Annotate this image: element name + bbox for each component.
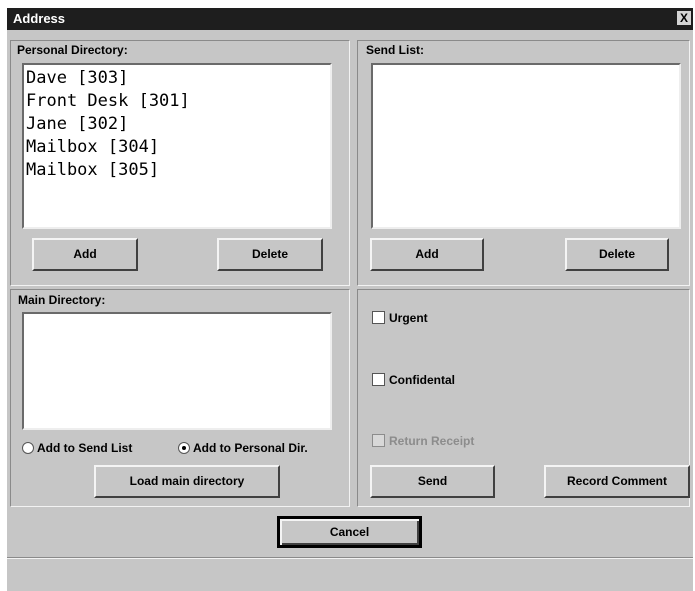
personal-directory-label: Personal Directory: [17,43,128,57]
personal-directory-panel: Personal Directory: Dave [303] Front Des… [10,40,350,286]
urgent-box[interactable] [372,311,385,324]
main-directory-list[interactable] [22,312,332,430]
confidential-label: Confidental [389,373,455,387]
urgent-label: Urgent [389,311,428,325]
radio-personal-label: Add to Personal Dir. [193,441,308,455]
list-item[interactable]: Dave [303] [26,67,330,90]
main-directory-panel: Main Directory: Add to Send List Add to … [10,289,350,507]
return-receipt-label: Return Receipt [389,434,475,448]
radio-personal-circle[interactable] [178,442,190,454]
send-list-box[interactable] [371,63,681,229]
confidential-checkbox[interactable]: Confidental [372,373,455,387]
main-directory-label: Main Directory: [18,293,106,307]
footer-divider [7,557,693,559]
address-dialog: Address X Personal Directory: Dave [303]… [7,8,693,591]
options-panel: Urgent Confidental Return Receipt Send R… [357,289,690,507]
list-item[interactable]: Mailbox [305] [26,159,330,182]
send-list-panel: Send List: Add Delete [357,40,690,286]
confidential-box[interactable] [372,373,385,386]
send-list-delete-button[interactable]: Delete [565,238,669,271]
radio-add-to-personal-dir[interactable]: Add to Personal Dir. [178,441,308,455]
list-item[interactable]: Jane [302] [26,113,330,136]
urgent-checkbox[interactable]: Urgent [372,311,428,325]
cancel-button[interactable]: Cancel [277,516,422,548]
send-list-label: Send List: [366,43,425,57]
radio-add-to-send-list[interactable]: Add to Send List [22,441,132,455]
radio-send-list-label: Add to Send List [37,441,133,455]
return-receipt-box [372,434,385,447]
record-comment-button[interactable]: Record Comment [544,465,690,498]
personal-delete-button[interactable]: Delete [217,238,323,271]
return-receipt-checkbox: Return Receipt [372,434,474,448]
send-button[interactable]: Send [370,465,495,498]
window-title: Address [13,11,66,26]
radio-send-list-circle[interactable] [22,442,34,454]
load-main-directory-button[interactable]: Load main directory [94,465,280,498]
send-list-add-button[interactable]: Add [370,238,484,271]
personal-directory-list[interactable]: Dave [303] Front Desk [301] Jane [302] M… [22,63,332,229]
list-item[interactable]: Mailbox [304] [26,136,330,159]
close-icon[interactable]: X [677,11,691,25]
title-bar: Address X [7,8,693,30]
list-item[interactable]: Front Desk [301] [26,90,330,113]
personal-add-button[interactable]: Add [32,238,138,271]
